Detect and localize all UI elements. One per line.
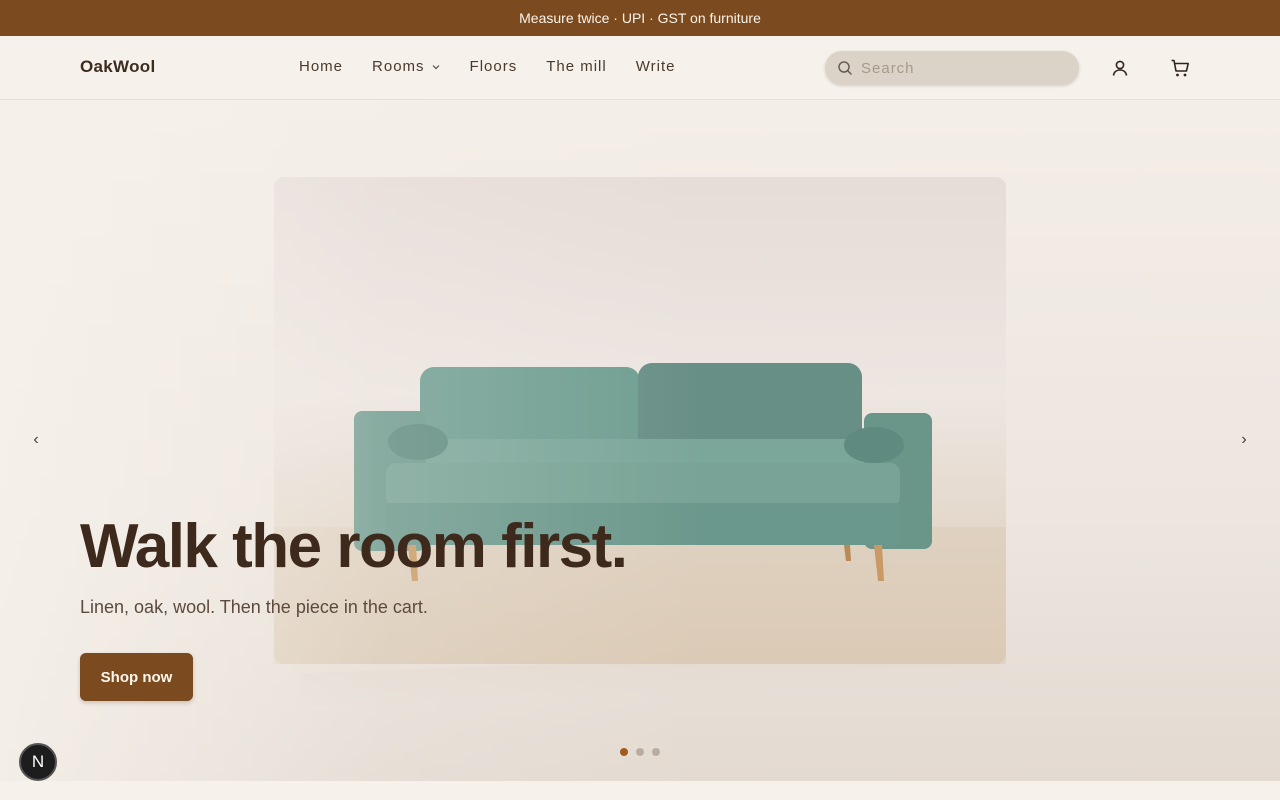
carousel-dots: [620, 748, 660, 756]
carousel-dot-2[interactable]: [636, 748, 644, 756]
cart-icon: [1171, 59, 1189, 77]
search-icon: [838, 61, 852, 75]
cart-button[interactable]: [1168, 56, 1192, 80]
carousel-dot-1[interactable]: [620, 748, 628, 756]
nav-rooms-label: Rooms: [372, 58, 425, 75]
chevron-down-icon: [432, 64, 439, 69]
dev-tools-badge[interactable]: N: [19, 743, 57, 781]
main-nav: Home Rooms Floors The mill Write: [299, 58, 675, 75]
nav-home[interactable]: Home: [299, 58, 343, 75]
nav-the-mill-label: The mill: [546, 58, 607, 75]
hero-title: Walk the room first.: [80, 512, 628, 581]
search-input[interactable]: [861, 59, 1061, 77]
nav-home-label: Home: [299, 58, 344, 75]
shop-now-button[interactable]: Shop now: [80, 653, 193, 701]
site-header: OakWool Home Rooms Floors The mill Write: [0, 36, 1280, 100]
carousel-prev-button[interactable]: ‹: [28, 431, 44, 449]
nav-floors[interactable]: Floors: [470, 58, 518, 75]
nav-write[interactable]: Write: [636, 58, 676, 75]
search-box[interactable]: [825, 51, 1079, 85]
hero-subtitle: Linen, oak, wool. Then the piece in the …: [80, 597, 428, 617]
brand-logo[interactable]: OakWool: [80, 57, 155, 77]
carousel-next-button[interactable]: ›: [1236, 431, 1252, 449]
account-button[interactable]: [1108, 56, 1132, 80]
user-icon: [1112, 60, 1128, 76]
announcement-text: Measure twice · UPI · GST on furniture: [519, 10, 761, 26]
nav-rooms[interactable]: Rooms: [372, 58, 441, 75]
announcement-bar: Measure twice · UPI · GST on furniture: [0, 0, 1280, 36]
nav-the-mill[interactable]: The mill: [546, 58, 607, 75]
nav-floors-label: Floors: [469, 58, 518, 75]
carousel-dot-3[interactable]: [652, 748, 660, 756]
nav-write-label: Write: [635, 58, 676, 75]
hero-carousel: ‹ › Walk the room first. Linen, oak, woo…: [0, 101, 1280, 781]
